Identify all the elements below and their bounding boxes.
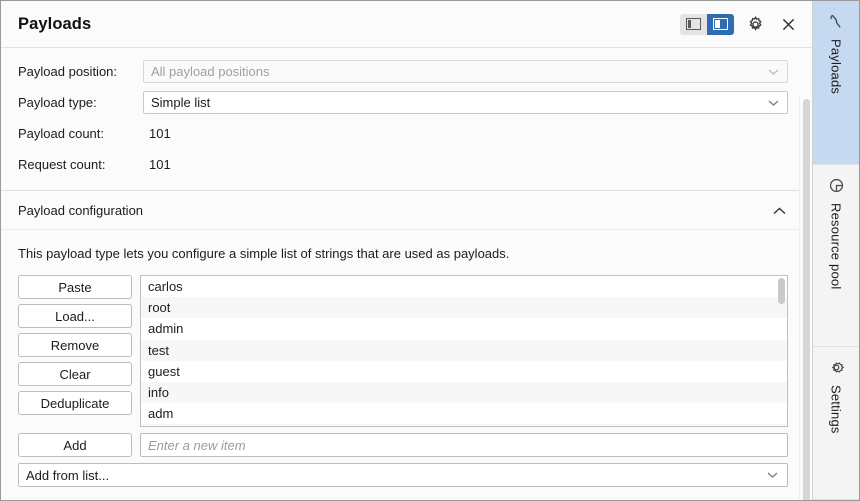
request-count-label: Request count:: [18, 157, 106, 172]
add-item-input[interactable]: [140, 433, 788, 457]
payload-count-label: Payload count:: [18, 126, 105, 141]
page-title: Payloads: [18, 14, 92, 33]
request-count-value: 101: [149, 157, 171, 172]
payload-position-label: Payload position:: [18, 64, 118, 79]
payload-type-value: Simple list: [151, 95, 211, 110]
add-item-row: Add: [18, 433, 788, 457]
add-from-list-value: Add from list...: [26, 467, 110, 483]
load-button[interactable]: Load...: [18, 304, 132, 328]
payload-count-value: 101: [149, 126, 171, 141]
paste-button[interactable]: Paste: [18, 275, 132, 299]
payload-type-select[interactable]: Simple list: [143, 91, 788, 114]
chevron-down-icon: [768, 99, 779, 106]
payload-position-value: All payload positions: [151, 64, 270, 79]
list-item[interactable]: info: [141, 381, 787, 404]
payload-configuration-header[interactable]: Payload configuration: [1, 191, 800, 230]
payload-position-select[interactable]: All payload positions: [143, 60, 788, 83]
close-icon: [782, 18, 794, 30]
rail-tab-label: Settings: [828, 385, 844, 434]
payload-count-row: Payload count: 101: [18, 122, 788, 145]
right-rail: Payloads Resource pool Settings: [812, 1, 859, 500]
panel-scrollbar[interactable]: [799, 95, 812, 500]
close-button[interactable]: [776, 12, 800, 36]
chevron-down-icon: [768, 68, 779, 75]
section-description: This payload type lets you configure a s…: [18, 246, 510, 261]
payloads-panel: Payloads Payload position: All payload p…: [1, 1, 812, 500]
payloads-icon: [828, 13, 845, 30]
pie-chart-icon: [828, 177, 845, 194]
split-layout-icon: [713, 18, 728, 30]
settings-button[interactable]: [743, 12, 767, 36]
list-item[interactable]: test: [141, 339, 787, 361]
list-editor: Paste Load... Remove Clear Deduplicate c…: [18, 275, 788, 427]
list-item[interactable]: admin: [141, 318, 787, 339]
list-item[interactable]: guest: [141, 361, 787, 382]
request-count-row: Request count: 101: [18, 153, 788, 176]
panel-scrollbar-thumb[interactable]: [802, 99, 810, 500]
rail-tab-label: Payloads: [828, 39, 844, 95]
payload-settings-form: Payload position: All payload positions …: [1, 48, 800, 191]
gear-icon: [828, 359, 845, 376]
list-item[interactable]: mysql: [141, 424, 787, 426]
list-item[interactable]: root: [141, 297, 787, 319]
list-action-buttons: Paste Load... Remove Clear Deduplicate: [18, 275, 132, 427]
payload-list[interactable]: carlos root admin test guest info adm my…: [140, 275, 788, 427]
payloads-window: Payloads Payload position: All payload p…: [0, 0, 860, 501]
rail-tab-payloads[interactable]: Payloads: [813, 1, 859, 165]
payload-configuration-body: Paste Load... Remove Clear Deduplicate c…: [1, 275, 800, 487]
titlebar-actions: [680, 12, 800, 36]
payload-position-row: Payload position: All payload positions: [18, 60, 788, 83]
rail-tab-settings[interactable]: Settings: [813, 347, 859, 500]
payload-type-row: Payload type: Simple list: [18, 91, 788, 114]
window-titlebar: Payloads: [1, 1, 812, 48]
section-title: Payload configuration: [18, 202, 144, 218]
sidebar-layout-icon: [686, 18, 701, 30]
layout-sidebar-button[interactable]: [680, 13, 707, 35]
clear-button[interactable]: Clear: [18, 362, 132, 386]
layout-split-button[interactable]: [707, 13, 734, 35]
list-item[interactable]: adm: [141, 403, 787, 424]
panel-body: Payload position: All payload positions …: [1, 48, 812, 500]
chevron-up-icon[interactable]: [773, 203, 786, 218]
payload-list-scrollbar-thumb[interactable]: [778, 278, 785, 304]
rail-tab-label: Resource pool: [828, 203, 844, 290]
layout-toggle-group[interactable]: [680, 13, 734, 35]
remove-button[interactable]: Remove: [18, 333, 132, 357]
deduplicate-button[interactable]: Deduplicate: [18, 391, 132, 415]
payload-type-label: Payload type:: [18, 95, 97, 110]
rail-tab-resource-pool[interactable]: Resource pool: [813, 165, 859, 347]
chevron-down-icon: [767, 472, 778, 479]
panel-content: Payload position: All payload positions …: [1, 48, 800, 500]
add-button[interactable]: Add: [18, 433, 132, 457]
gear-icon: [749, 15, 762, 31]
add-from-list-select[interactable]: Add from list...: [18, 463, 788, 487]
list-item[interactable]: carlos: [141, 276, 787, 297]
